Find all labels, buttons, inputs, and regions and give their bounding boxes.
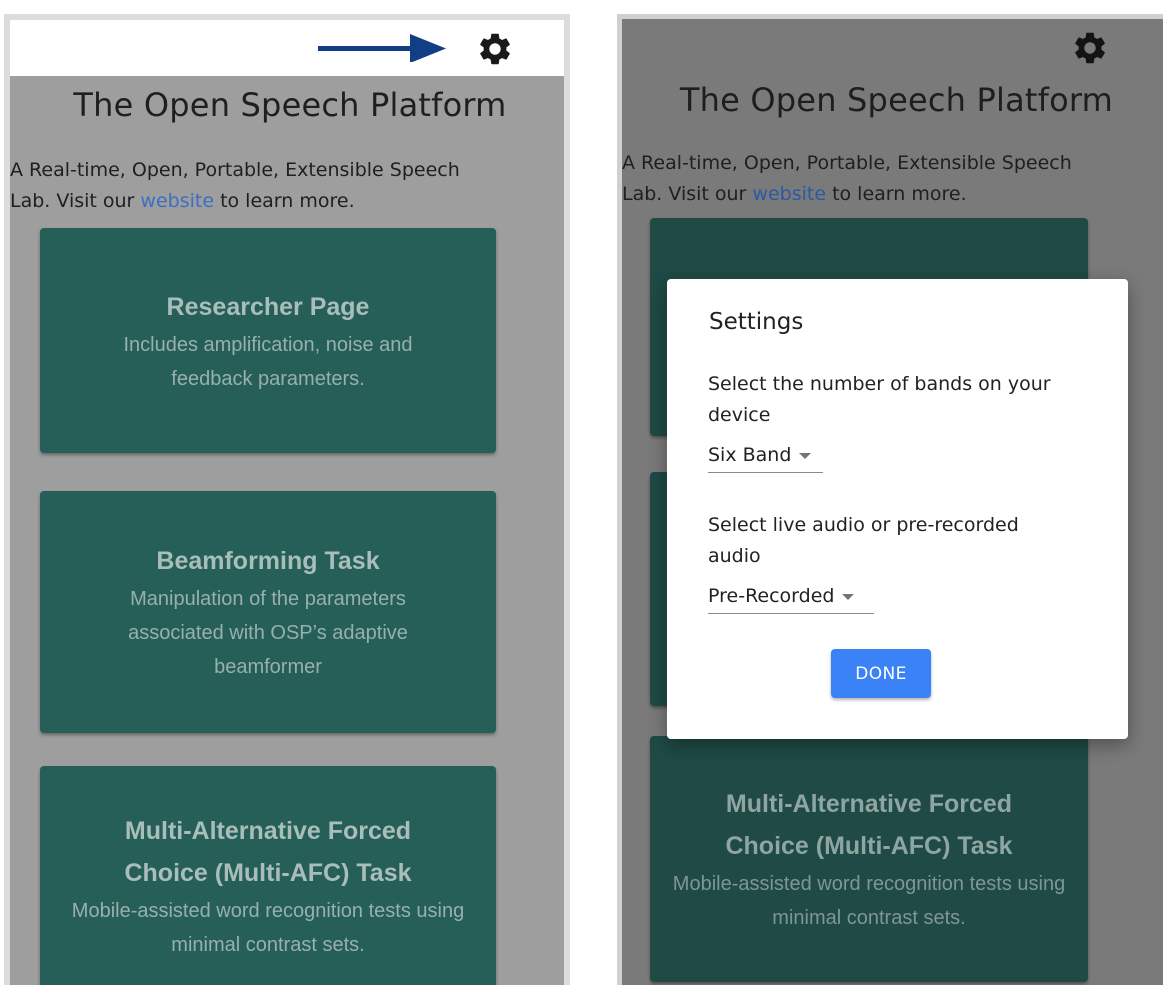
card-title: Researcher Page: [166, 292, 370, 321]
gear-icon[interactable]: [476, 30, 514, 68]
card-description: Mobile-assisted word recognition tests u…: [71, 900, 465, 956]
multi-afc-task-card[interactable]: Multi-Alternative Forced Choice (Multi-A…: [40, 766, 496, 985]
card-title: Multi-Alternative Forced Choice (Multi-A…: [725, 790, 1013, 860]
caret-down-icon: [799, 452, 812, 459]
arrow-right-icon: [318, 34, 446, 62]
caret-down-icon: [842, 593, 855, 600]
page-title: The Open Speech Platform: [73, 86, 507, 124]
done-button[interactable]: DONE: [831, 649, 931, 698]
card-description: Mobile-assisted word recognition tests u…: [672, 873, 1066, 929]
researcher-page-card[interactable]: Researcher Page Includes amplification, …: [40, 228, 496, 453]
page-subtitle: A Real-time, Open, Portable, Extensible …: [10, 155, 500, 217]
card-title: Beamforming Task: [156, 547, 380, 575]
page-subtitle: A Real-time, Open, Portable, Extensible …: [622, 148, 1092, 210]
website-link[interactable]: website: [752, 183, 826, 205]
beamforming-task-card[interactable]: Beamforming Task Manipulation of the par…: [40, 491, 496, 733]
page-title: The Open Speech Platform: [679, 81, 1114, 119]
website-link[interactable]: website: [140, 190, 214, 212]
settings-dialog: Settings Select the number of bands on y…: [667, 279, 1128, 739]
bands-label: Select the number of bands on your devic…: [708, 373, 1051, 426]
audio-label: Select live audio or pre-recorded audio: [708, 514, 1019, 567]
app-bar: [10, 20, 564, 76]
bands-select[interactable]: Six Band: [708, 437, 823, 473]
subtitle-text-end: to learn more.: [826, 183, 967, 205]
audio-select-value: Pre-Recorded: [708, 584, 835, 607]
subtitle-text-end: to learn more.: [214, 190, 355, 212]
bands-select-value: Six Band: [708, 443, 792, 466]
gear-icon[interactable]: [1071, 29, 1109, 67]
home-screen: The Open Speech Platform A Real-time, Op…: [4, 14, 570, 985]
audio-select[interactable]: Pre-Recorded: [708, 578, 874, 614]
app-bar: [622, 19, 1163, 75]
dialog-title: Settings: [709, 309, 804, 335]
settings-screen: The Open Speech Platform A Real-time, Op…: [617, 14, 1163, 985]
multi-afc-task-card: Multi-Alternative Forced Choice (Multi-A…: [650, 736, 1088, 982]
card-description: Manipulation of the parameters associate…: [128, 588, 408, 678]
card-description: Includes amplification, noise and feedba…: [123, 333, 413, 390]
card-title: Multi-Alternative Forced Choice (Multi-A…: [124, 817, 412, 887]
